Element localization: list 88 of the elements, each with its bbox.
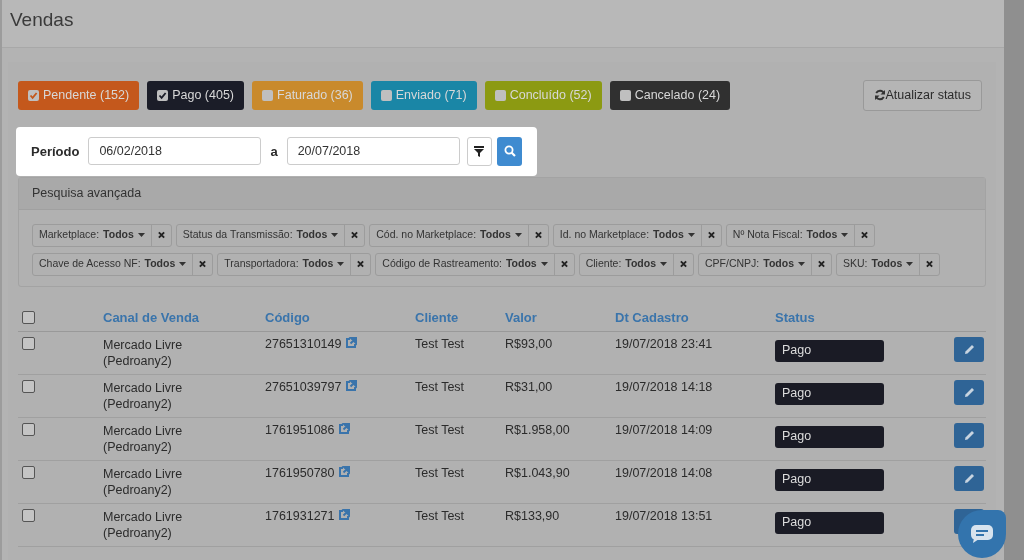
select-all-checkbox[interactable] xyxy=(22,310,35,324)
table-cell: 19/07/2018 14:18 xyxy=(615,380,713,394)
table-cell: 19/07/2018 14:09 xyxy=(615,423,713,437)
close-icon xyxy=(560,260,568,268)
row-checkbox[interactable] xyxy=(22,337,35,350)
close-icon xyxy=(680,260,688,268)
table-cell: 19/07/2018 14:08 xyxy=(615,466,713,480)
separator-text: a xyxy=(270,142,278,161)
table-cell-text: Mercado Livre (Pedroany2) xyxy=(103,337,184,370)
caret-icon xyxy=(906,262,914,266)
caret-icon xyxy=(514,233,522,237)
external-link-icon[interactable] xyxy=(338,423,350,435)
caret-icon xyxy=(137,233,145,237)
panel-title: Pesquisa avançada xyxy=(19,177,985,210)
edit-button[interactable] xyxy=(954,466,984,491)
caret-icon xyxy=(687,233,695,237)
date-from-field[interactable]: 06/02/2018 xyxy=(88,137,262,166)
close-icon xyxy=(707,231,715,239)
table-cell-text: Mercado Livre (Pedroany2) xyxy=(103,423,184,456)
table-cell-text: Mercado Livre (Pedroany2) xyxy=(103,380,184,413)
table-cell: Test Test xyxy=(415,337,465,351)
caret-icon xyxy=(540,262,548,266)
table-cell: R$31,00 xyxy=(505,380,553,394)
caret-icon xyxy=(179,262,187,266)
table-cell: R$1.043,90 xyxy=(505,466,570,480)
table-cell: 1761951086 xyxy=(265,423,335,437)
caret-icon xyxy=(798,262,805,266)
close-icon xyxy=(926,260,934,268)
search-button[interactable] xyxy=(497,136,522,166)
caret-icon xyxy=(660,262,668,266)
period-label: Período xyxy=(31,142,80,161)
chat-bubble-icon xyxy=(970,524,994,544)
refresh-icon xyxy=(873,89,886,102)
close-icon xyxy=(199,260,207,268)
status-badge: Pago xyxy=(775,340,884,362)
refresh-status-button[interactable]: Atualizar status xyxy=(862,80,982,111)
filter-icon xyxy=(474,145,485,157)
table-cell: Test Test xyxy=(415,509,465,523)
table-cell: Test Test xyxy=(415,466,465,480)
table-cell-text: Mercado Livre (Pedroany2) xyxy=(103,466,184,499)
caret-icon xyxy=(337,262,345,266)
filter-button[interactable] xyxy=(466,136,493,166)
table-cell: 1761950780 xyxy=(265,466,335,480)
table-cell: R$1.958,00 xyxy=(505,423,570,437)
pencil-icon xyxy=(963,387,975,398)
status-badge: Pago xyxy=(775,469,884,491)
scrollbar[interactable] xyxy=(1004,0,1024,560)
status-filter-button[interactable]: Pago (405) xyxy=(147,81,245,110)
row-checkbox[interactable] xyxy=(22,466,35,479)
pencil-icon xyxy=(963,473,975,484)
edit-button[interactable] xyxy=(954,337,984,362)
row-checkbox[interactable] xyxy=(22,509,35,522)
table-cell: 27651039797 xyxy=(265,380,342,394)
external-link-icon[interactable] xyxy=(338,509,350,521)
external-link-icon[interactable] xyxy=(344,337,357,349)
close-icon xyxy=(818,260,825,268)
caret-icon xyxy=(841,233,849,237)
close-icon xyxy=(534,231,542,239)
pencil-icon xyxy=(963,430,975,441)
date-to-field[interactable]: 20/07/2018 xyxy=(286,137,460,166)
table-cell: 19/07/2018 13:51 xyxy=(615,509,713,523)
external-link-icon[interactable] xyxy=(344,380,357,392)
row-checkbox[interactable] xyxy=(22,423,35,436)
status-filter-button[interactable]: Pendente (152) xyxy=(18,81,140,110)
page-title: Vendas xyxy=(10,8,75,32)
search-icon xyxy=(503,145,516,158)
pencil-icon xyxy=(963,344,975,355)
table-cell: 19/07/2018 23:41 xyxy=(615,337,713,351)
close-icon xyxy=(157,231,165,239)
external-link-icon[interactable] xyxy=(338,466,350,478)
table-cell-text: Mercado Livre (Pedroany2) xyxy=(103,509,184,542)
row-checkbox[interactable] xyxy=(22,380,35,393)
status-badge: Pago xyxy=(775,383,884,405)
edit-button[interactable] xyxy=(954,380,984,405)
table-cell: R$133,90 xyxy=(505,509,560,523)
close-icon xyxy=(861,231,869,239)
status-badge: Pago xyxy=(775,426,884,448)
table-cell: Test Test xyxy=(415,380,465,394)
table-cell: 1761931271 xyxy=(265,509,335,523)
table-cell: R$93,00 xyxy=(505,337,553,351)
table-cell: Test Test xyxy=(415,423,465,437)
close-icon xyxy=(351,231,359,239)
table-cell: 27651310149 xyxy=(265,337,342,351)
close-icon xyxy=(357,260,365,268)
edit-button[interactable] xyxy=(954,423,984,448)
status-filter-button[interactable]: Cancelado (24) xyxy=(609,81,731,110)
caret-icon xyxy=(331,233,339,237)
status-badge: Pago xyxy=(775,512,884,534)
